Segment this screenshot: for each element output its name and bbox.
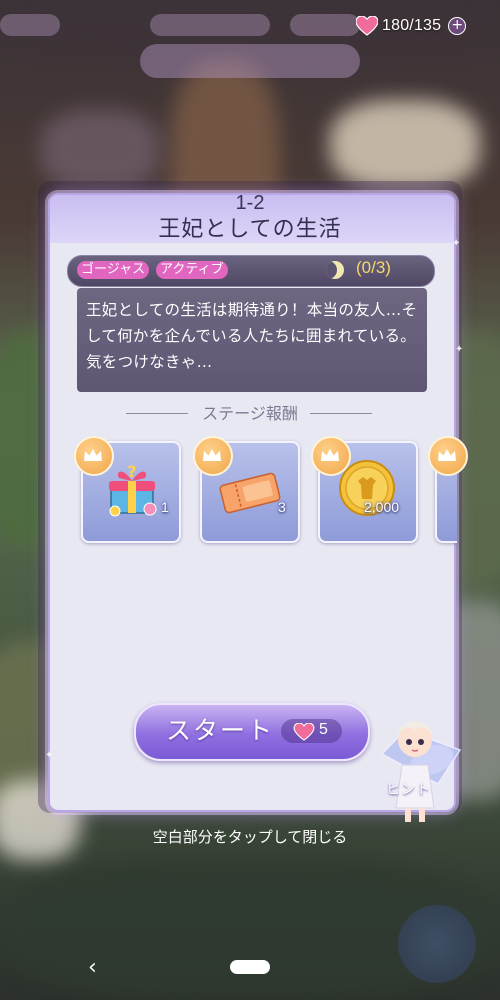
- crown-icon: [321, 449, 339, 461]
- svg-text:?: ?: [127, 462, 136, 481]
- stage-title: 王妃としての生活: [158, 217, 342, 242]
- plus-circle-icon[interactable]: +: [448, 17, 467, 35]
- stage-progress: (0/3): [356, 258, 391, 277]
- stamina-cost-value: 5: [319, 721, 328, 738]
- tag-gorgeous: ゴージャス: [77, 261, 150, 279]
- tap-to-close-hint[interactable]: 空白部分をタップして閉じる: [0, 826, 500, 847]
- stamina-value: 180/135: [382, 17, 442, 34]
- crown-badge: [428, 436, 468, 476]
- background-chapter-banner: [140, 44, 360, 78]
- home-indicator[interactable]: [230, 960, 270, 974]
- crown-icon: [84, 449, 102, 461]
- tag-active: アクティブ: [156, 261, 228, 279]
- crown-badge: [74, 436, 114, 476]
- sparkle-icon: ✦: [45, 750, 54, 761]
- stamina-indicator: 180/135 +: [355, 15, 467, 36]
- divider-line: [310, 413, 372, 414]
- rewards-heading: ステージ報酬: [202, 404, 298, 423]
- reward-quantity: 3: [278, 499, 286, 515]
- crown-icon: [203, 449, 221, 461]
- fairy-hint-button[interactable]: [360, 690, 470, 830]
- hint-label: ヒント: [386, 782, 431, 798]
- crown-icon: [438, 449, 456, 461]
- reward-quantity: 1: [161, 499, 169, 515]
- sparkle-icon: ✦: [455, 344, 464, 355]
- heart-icon: [293, 722, 315, 745]
- gift-box-icon: ?: [109, 462, 157, 517]
- story-description: 王妃としての生活は期待通り！本当の友人…そして何かを企んでいる人たちに囲まれてい…: [86, 301, 418, 371]
- sparkle-icon: ✦: [452, 238, 461, 249]
- background-corner-button: [398, 905, 476, 983]
- back-icon[interactable]: ‹: [88, 955, 97, 980]
- reward-quantity: 2,000: [364, 499, 400, 515]
- crown-badge: [311, 436, 351, 476]
- moon-icon: [326, 261, 344, 279]
- crown-badge: [193, 436, 233, 476]
- ticket-icon: [219, 472, 281, 514]
- heart-icon: [355, 15, 379, 36]
- start-button-label: スタート: [166, 716, 275, 745]
